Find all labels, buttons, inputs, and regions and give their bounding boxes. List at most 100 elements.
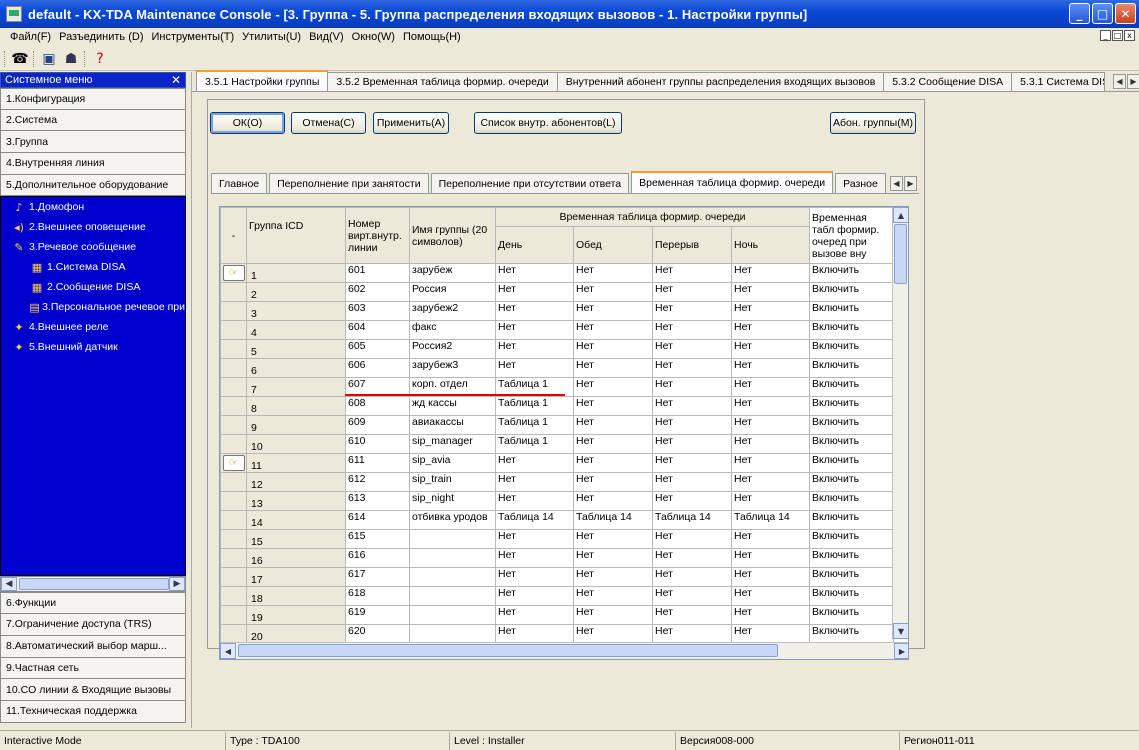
cell-queue-on-call[interactable]: Включить <box>809 453 894 473</box>
cell-queue-on-call[interactable]: Включить <box>809 586 894 606</box>
cell-queue-on-call[interactable]: Включить <box>809 491 894 511</box>
cell-day[interactable]: Нет <box>495 472 574 492</box>
cell-name[interactable] <box>409 548 496 568</box>
nav-configuration[interactable]: 1.Конфигурация <box>0 88 186 110</box>
cell-break[interactable]: Нет <box>652 415 732 435</box>
cell-day[interactable]: Таблица 14 <box>495 510 574 530</box>
menu-file[interactable]: Файл(F) <box>6 31 55 43</box>
tab-busy-overflow[interactable]: Переполнение при занятости <box>269 173 429 193</box>
cell-night[interactable]: Нет <box>731 358 810 378</box>
cell-day[interactable]: Нет <box>495 491 574 511</box>
cell-night[interactable]: Нет <box>731 282 810 302</box>
row-selector[interactable] <box>220 510 247 530</box>
tab-scroll-right-icon[interactable]: ▶ <box>1127 74 1139 89</box>
cell-number[interactable]: 601 <box>345 263 410 283</box>
cell-lunch[interactable]: Нет <box>573 472 653 492</box>
table-row[interactable]: 3 603 зарубеж2 Нет Нет Нет Нет Включить <box>220 301 894 321</box>
table-row[interactable]: 4 604 факс Нет Нет Нет Нет Включить <box>220 320 894 340</box>
cell-number[interactable]: 613 <box>345 491 410 511</box>
cell-lunch[interactable]: Нет <box>573 567 653 587</box>
menu-utilities[interactable]: Утилиты(U) <box>238 31 305 43</box>
tree-node-intercom[interactable]: ♪ 1.Домофон <box>1 197 185 217</box>
window-titlebar[interactable]: default - KX-TDA Maintenance Console - [… <box>0 0 1139 28</box>
cell-name[interactable]: sip_night <box>409 491 496 511</box>
apply-button[interactable]: Применить(A) <box>373 112 449 134</box>
cell-number[interactable]: 619 <box>345 605 410 625</box>
table-row[interactable]: 5 605 Россия2 Нет Нет Нет Нет Включить <box>220 339 894 359</box>
cell-number[interactable]: 604 <box>345 320 410 340</box>
scroll-left-icon[interactable]: ◀ <box>220 643 236 659</box>
tab-disa-system[interactable]: 5.3.1 Система DISA <box>1011 72 1106 91</box>
cell-name[interactable]: жд кассы <box>409 396 496 416</box>
cell-day[interactable]: Нет <box>495 339 574 359</box>
cell-lunch[interactable]: Нет <box>573 548 653 568</box>
table-row[interactable]: 13 613 sip_night Нет Нет Нет Нет Включить <box>220 491 894 511</box>
tab-queue-time-table[interactable]: Временная таблица формир. очереди <box>631 171 834 193</box>
scroll-left-icon[interactable]: ◀ <box>1 577 17 592</box>
edit-hand-icon[interactable]: ☞ <box>222 455 245 471</box>
mdi-restore-button[interactable]: □ <box>1112 30 1123 41</box>
grid-vertical-scrollbar[interactable]: ▲ ▼ <box>892 207 908 639</box>
cell-night[interactable]: Нет <box>731 605 810 625</box>
cell-name[interactable]: sip_manager <box>409 434 496 454</box>
nav-maintenance[interactable]: 11.Техническая поддержка <box>0 700 186 723</box>
cell-day[interactable]: Нет <box>495 320 574 340</box>
tree-node-personal-message[interactable]: ▤ 3.Персональное речевое при <box>1 297 185 317</box>
scroll-thumb[interactable] <box>894 224 907 284</box>
nav-co-lines[interactable]: 10.CO линии & Входящие вызовы <box>0 679 186 701</box>
cell-break[interactable]: Нет <box>652 396 732 416</box>
cell-number[interactable]: 603 <box>345 301 410 321</box>
cell-lunch[interactable]: Нет <box>573 263 653 283</box>
maximize-button[interactable]: □ <box>1092 3 1113 24</box>
cell-lunch[interactable]: Нет <box>573 529 653 549</box>
cell-day[interactable]: Нет <box>495 567 574 587</box>
row-selector[interactable] <box>220 529 247 549</box>
tab-disa-message[interactable]: 5.3.2 Сообщение DISA <box>883 72 1013 91</box>
cell-night[interactable]: Нет <box>731 434 810 454</box>
cell-day[interactable]: Нет <box>495 624 574 644</box>
cell-break[interactable]: Нет <box>652 377 732 397</box>
scroll-thumb[interactable] <box>238 644 778 657</box>
cell-queue-on-call[interactable]: Включить <box>809 320 894 340</box>
row-selector[interactable] <box>220 605 247 625</box>
cell-night[interactable]: Таблица 14 <box>731 510 810 530</box>
nav-features[interactable]: 6.Функции <box>0 592 186 615</box>
cell-name[interactable]: Россия2 <box>409 339 496 359</box>
tab-no-answer-overflow[interactable]: Переполнение при отсутствии ответа <box>430 173 630 193</box>
cell-name[interactable]: sip_train <box>409 472 496 492</box>
tree-node-paging[interactable]: ◂) 2.Внешнее оповещение <box>1 217 185 237</box>
cell-lunch[interactable]: Нет <box>573 282 653 302</box>
cell-number[interactable]: 616 <box>345 548 410 568</box>
table-row[interactable]: 2 602 Россия Нет Нет Нет Нет Включить <box>220 282 894 302</box>
cell-name[interactable] <box>409 605 496 625</box>
row-selector[interactable]: ☞ <box>220 263 247 283</box>
extension-list-button[interactable]: Список внутр. абонентов(L) <box>474 112 622 134</box>
edit-hand-icon[interactable]: ☞ <box>222 265 245 281</box>
cell-day[interactable]: Нет <box>495 453 574 473</box>
cell-break[interactable]: Нет <box>652 320 732 340</box>
cell-number[interactable]: 618 <box>345 586 410 606</box>
tree-node-sensor[interactable]: ✦ 5.Внешний датчик <box>1 337 185 357</box>
cell-number[interactable]: 605 <box>345 339 410 359</box>
tree-node-voice-message[interactable]: ✎ 3.Речевое сообщение <box>1 237 185 257</box>
cell-night[interactable]: Нет <box>731 320 810 340</box>
cell-day[interactable]: Нет <box>495 358 574 378</box>
cell-name[interactable]: зарубеж2 <box>409 301 496 321</box>
cell-name[interactable] <box>409 586 496 606</box>
cell-break[interactable]: Таблица 14 <box>652 510 732 530</box>
scroll-track[interactable] <box>17 577 169 591</box>
cell-night[interactable]: Нет <box>731 339 810 359</box>
cell-name[interactable] <box>409 529 496 549</box>
cell-break[interactable]: Нет <box>652 605 732 625</box>
tree-node-disa-message[interactable]: ▦ 2.Сообщение DISA <box>1 277 185 297</box>
mdi-close-button[interactable]: x <box>1124 30 1135 41</box>
row-selector[interactable] <box>220 320 247 340</box>
tab-misc[interactable]: Разное <box>835 173 886 193</box>
col-header-lunch[interactable]: Обед <box>573 226 653 264</box>
col-header-night[interactable]: Ночь <box>731 226 810 264</box>
row-selector[interactable] <box>220 624 247 644</box>
cell-break[interactable]: Нет <box>652 358 732 378</box>
tree-node-disa-system[interactable]: ▦ 1.Система DISA <box>1 257 185 277</box>
cell-name[interactable]: отбивка уродов <box>409 510 496 530</box>
cell-day[interactable]: Нет <box>495 548 574 568</box>
